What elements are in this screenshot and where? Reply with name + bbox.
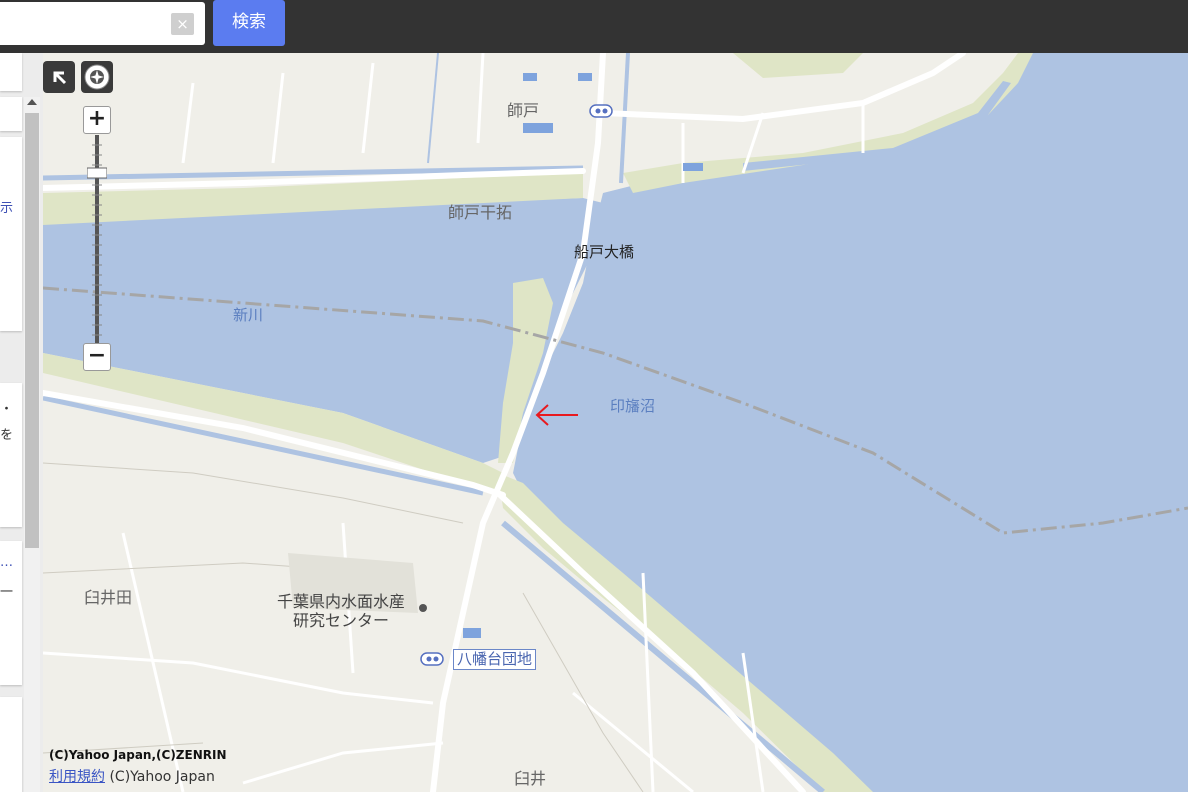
- zoom-slider-handle[interactable]: [87, 167, 107, 179]
- bridge-label: 船戸大橋: [574, 243, 635, 261]
- panel-link-fragment[interactable]: …: [0, 555, 13, 570]
- river-label-shinkawa: 新川: [233, 306, 264, 324]
- lake-label-inbanuma: 印旛沼: [610, 397, 656, 415]
- place-label-usui: 臼井: [514, 769, 547, 788]
- clear-search-button[interactable]: ×: [171, 13, 194, 35]
- panel-card-4: … 一: [0, 541, 22, 685]
- zoom-slider[interactable]: [87, 135, 107, 347]
- facility-label: 千葉県内水面水産 研究センター: [277, 592, 405, 630]
- panel-text-fragment: ・: [0, 402, 14, 417]
- panel-card-3: ・ を: [0, 383, 22, 527]
- place-label-moroto: 師戸: [507, 101, 540, 120]
- terms-line: 利用規約 (C)Yahoo Japan: [49, 766, 215, 786]
- panel-text-fragment: 一: [0, 585, 14, 600]
- place-label-usuida: 臼井田: [84, 588, 133, 607]
- facility-label-line2: 研究センター: [293, 611, 390, 630]
- facility-label-line1: 千葉県内水面水産: [277, 592, 406, 611]
- bus-stop-label: 八幡台団地: [453, 649, 537, 670]
- panel-link-fragment[interactable]: 示: [0, 197, 13, 216]
- panel-card-top: [0, 53, 22, 91]
- zoom-out-button[interactable]: −: [83, 343, 111, 371]
- expand-map-button[interactable]: [43, 61, 75, 93]
- pan-compass-icon: [84, 64, 110, 90]
- panel-card-5: [0, 697, 22, 792]
- panel-card-2: 示: [0, 137, 22, 331]
- terms-of-use-link[interactable]: 利用規約: [49, 769, 105, 785]
- zoom-in-button[interactable]: +: [83, 106, 111, 134]
- expand-arrow-icon: [53, 71, 67, 85]
- side-panel: 示 ・ を … 一: [0, 53, 44, 792]
- terms-copyright-text: (C)Yahoo Japan: [105, 769, 215, 785]
- panel-scroll-thumb[interactable]: [25, 113, 39, 548]
- pan-control-button[interactable]: [81, 61, 113, 93]
- panel-text-fragment: を: [0, 428, 14, 443]
- map-canvas[interactable]: 師戸 師戸干拓 船戸大橋 新川 印旛沼 臼井田 千葉県内水面水産 研究センター …: [43, 53, 1188, 792]
- panel-card-1: [0, 97, 22, 131]
- map-graphic: [43, 53, 1188, 792]
- scroll-up-arrow-icon[interactable]: [27, 99, 37, 105]
- place-label-moroto-kantaku: 師戸干拓: [448, 203, 513, 222]
- search-button[interactable]: 検索: [213, 0, 285, 46]
- map-copyright: (C)Yahoo Japan,(C)ZENRIN: [49, 748, 227, 762]
- top-bar: × 検索: [0, 0, 1188, 53]
